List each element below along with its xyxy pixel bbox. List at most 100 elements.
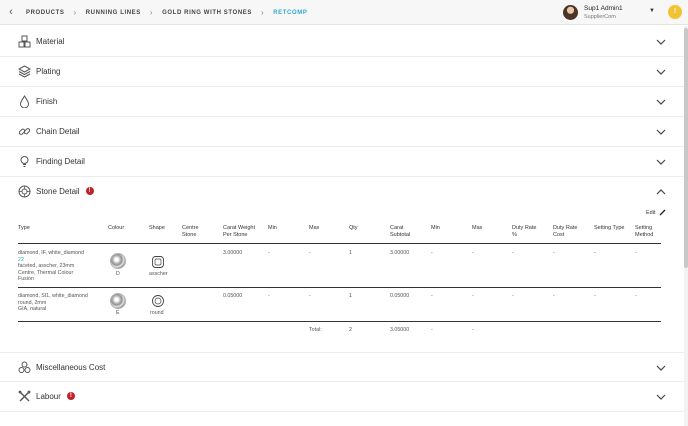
chevron-down-icon[interactable] — [656, 392, 666, 402]
chevron-down-icon[interactable] — [656, 157, 666, 167]
section-title: Finish — [36, 97, 58, 106]
stone-min: - — [431, 250, 433, 256]
warning-badge: ! — [85, 186, 94, 195]
stone-duty-cost: - — [553, 293, 555, 299]
user-menu[interactable]: Sup1 Admin1 SupplierCom ▼ — [563, 3, 655, 22]
table-row-divider — [18, 287, 661, 288]
breadcrumb-separator-icon: › — [73, 8, 77, 17]
chevron-down-icon[interactable] — [656, 37, 666, 47]
stone-qty: 1 — [349, 250, 352, 256]
section-title: Finding Detail — [36, 157, 85, 166]
table-header-divider — [18, 243, 661, 244]
round-shape-icon — [152, 295, 164, 307]
breadcrumb-separator-icon: › — [149, 8, 154, 17]
section-title-text: Labour — [36, 392, 61, 401]
section-title: Labour! — [36, 382, 75, 412]
user-info: Sup1 Admin1 SupplierCom — [584, 5, 623, 21]
section-title-text: Stone Detail — [36, 187, 80, 196]
user-org: SupplierCom — [584, 13, 616, 20]
stone-shape: round — [150, 310, 164, 316]
tools-icon — [18, 390, 31, 402]
diamond-colour-icon — [110, 293, 126, 309]
chevron-down-icon[interactable] — [656, 67, 666, 77]
top-bar: ‹ PRODUCTS › RUNNING LINES › GOLD RING W… — [0, 0, 688, 25]
bulb-icon — [20, 156, 29, 167]
total-label: Total: — [309, 327, 322, 333]
breadcrumb: PRODUCTS › RUNNING LINES › GOLD RING WIT… — [26, 0, 307, 25]
stone-setting-method: - — [635, 293, 637, 299]
col-header-carat-weight: Carat Weight Per Stone — [223, 225, 255, 238]
col-header-shape: Shape — [149, 225, 165, 231]
scrollbar-thumb[interactable] — [684, 28, 688, 268]
section-plating[interactable]: Plating — [0, 57, 684, 87]
diamond-colour-icon — [110, 253, 126, 269]
chevron-down-icon[interactable] — [656, 97, 666, 107]
stone-duty-rate: - — [512, 293, 514, 299]
stone-carat-weight: 0.05000 — [223, 293, 243, 299]
notification-badge[interactable]: ! — [668, 5, 682, 19]
warning-badge: ! — [66, 391, 75, 400]
col-header-carat-subtotal: Carat Subtotal — [390, 225, 411, 238]
section-finding-detail[interactable]: Finding Detail — [0, 147, 684, 177]
breadcrumb-separator-icon: › — [260, 8, 265, 17]
stone-carat-weight: 3.00000 — [223, 250, 243, 256]
col-header-duty-cost: Duty Rate Cost — [553, 225, 578, 238]
stone-min: - — [431, 293, 433, 299]
col-header-type: Type — [18, 225, 30, 231]
col-header-max: Max — [309, 225, 320, 231]
avatar — [563, 5, 578, 20]
stone-setting-type: - — [594, 250, 596, 256]
asscher-shape-icon — [152, 256, 164, 268]
section-chain-detail[interactable]: Chain Detail — [0, 117, 684, 147]
total-max: - — [472, 327, 474, 333]
droplet-icon — [19, 95, 30, 108]
col-header-qty: Qty — [349, 225, 358, 231]
edit-link[interactable]: Edit — [646, 210, 655, 216]
chevron-down-icon[interactable] — [656, 127, 666, 137]
section-title: Miscellaneous Cost — [36, 363, 106, 372]
breadcrumb-product[interactable]: GOLD RING WITH STONES — [162, 10, 252, 16]
col-header-min: Min — [431, 225, 440, 231]
section-finish[interactable]: Finish — [0, 87, 684, 117]
stone-qty: 1 — [349, 293, 352, 299]
chain-link-icon — [18, 128, 31, 135]
col-header-setting-method: Setting Method — [635, 225, 654, 238]
breadcrumb-current: RETCOMP — [273, 9, 308, 16]
col-header-colour: Colour — [108, 225, 125, 231]
breadcrumb-running-lines[interactable]: RUNNING LINES — [86, 10, 141, 16]
col-header-max: Max — [472, 225, 483, 231]
section-title: Material — [36, 37, 65, 46]
stone-max: - — [309, 250, 311, 256]
col-header-centre-stone: Centre Stone — [182, 225, 199, 238]
stone-setting-type: - — [594, 293, 596, 299]
stone-max: - — [472, 293, 474, 299]
back-chevron-icon[interactable]: ‹ — [5, 5, 17, 19]
section-title: Chain Detail — [36, 127, 80, 136]
coins-icon — [18, 361, 31, 373]
breadcrumb-products[interactable]: PRODUCTS — [26, 10, 64, 16]
section-title: Plating — [36, 67, 61, 76]
section-labour[interactable]: Labour! — [0, 382, 684, 412]
chevron-down-icon[interactable] — [656, 363, 666, 373]
caret-down-icon[interactable]: ▼ — [649, 8, 655, 14]
stone-max: - — [309, 293, 311, 299]
table-footer-divider — [18, 321, 661, 322]
total-min: - — [431, 327, 433, 333]
stone-duty-rate: - — [512, 250, 514, 256]
stone-origin: GIA, natural — [18, 306, 47, 312]
stone-colour: D — [116, 271, 120, 277]
layers-icon — [18, 65, 31, 78]
stone-max: - — [472, 250, 474, 256]
section-miscellaneous-cost[interactable]: Miscellaneous Cost — [0, 352, 684, 382]
stone-min: - — [268, 293, 270, 299]
stone-type: diamond, IF, white_diamond — [18, 250, 84, 256]
stone-carat-subtotal: 0.05000 — [390, 293, 410, 299]
chevron-up-icon[interactable] — [656, 187, 666, 197]
col-header-min: Min — [268, 225, 277, 231]
stone-setting-method: - — [635, 250, 637, 256]
pencil-icon[interactable] — [659, 209, 666, 216]
section-material[interactable]: Material — [0, 27, 684, 57]
section-stone-detail[interactable]: Stone Detail! — [0, 177, 684, 207]
col-header-duty-rate: Duty Rate % — [512, 225, 537, 238]
total-carat-subtotal: 3.05000 — [390, 327, 410, 333]
